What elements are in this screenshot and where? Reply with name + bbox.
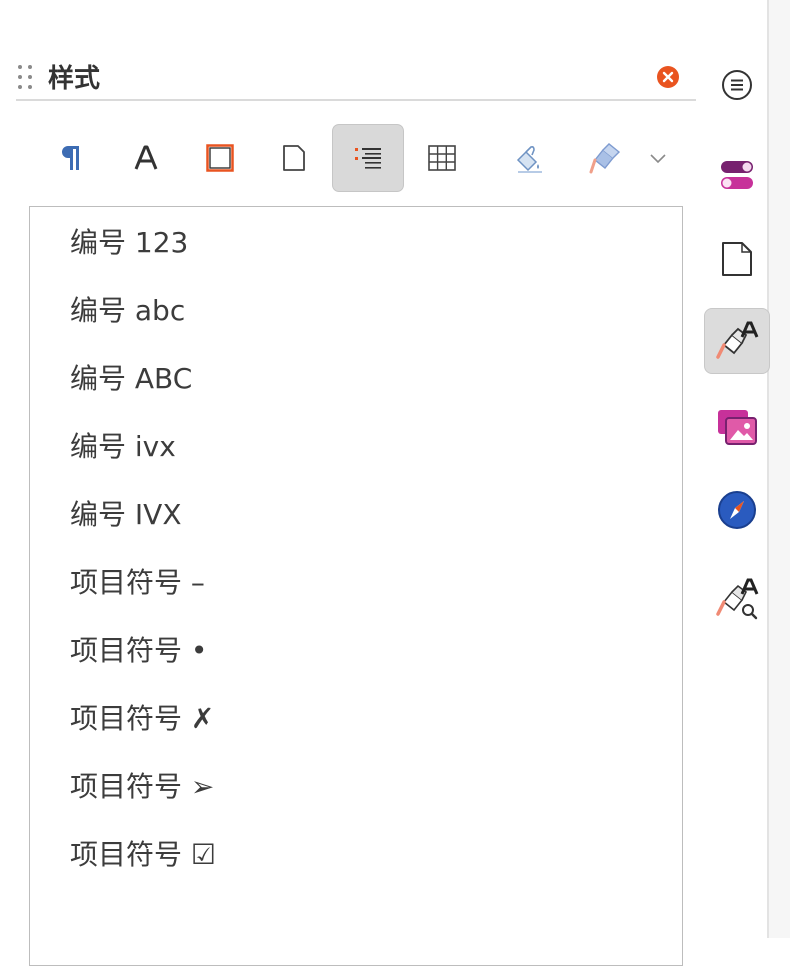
list-item[interactable]: 项目符号 •: [70, 631, 207, 671]
close-icon: [662, 71, 674, 83]
character-styles-icon: [134, 145, 158, 170]
title-divider: [16, 99, 696, 101]
table-styles-icon: [428, 145, 456, 171]
properties-icon: [721, 161, 753, 189]
drag-handle[interactable]: [18, 65, 34, 91]
gallery-icon: [718, 410, 757, 445]
style-inspector-icon: [716, 578, 759, 620]
styles-actions-icon: [589, 143, 621, 174]
style-inspector-button[interactable]: [704, 566, 770, 632]
list-styles-button[interactable]: [332, 124, 404, 192]
list-item[interactable]: 编号 abc: [70, 291, 185, 331]
page-styles-icon: [283, 145, 305, 171]
styles-actions-dropdown[interactable]: [642, 124, 674, 192]
list-item[interactable]: 编号 ABC: [70, 359, 192, 399]
navigator-icon: [718, 491, 756, 529]
styles-icon: [716, 321, 759, 359]
chevron-down-icon: [650, 154, 666, 164]
navigator-button[interactable]: [704, 477, 770, 543]
list-styles-list[interactable]: 编号 123 编号 abc 编号 ABC 编号 ivx 编号 IVX 项目符号 …: [29, 206, 683, 966]
page-styles-button[interactable]: [258, 124, 330, 192]
paragraph-styles-button[interactable]: [36, 124, 108, 192]
fill-format-mode-icon: [516, 146, 542, 173]
table-styles-button[interactable]: [406, 124, 478, 192]
style-category-toolbar: [0, 124, 706, 192]
character-styles-button[interactable]: [110, 124, 182, 192]
frame-styles-icon: [206, 144, 234, 172]
list-styles-icon: [355, 148, 381, 169]
page-button[interactable]: [704, 226, 770, 292]
styles-panel: 样式 编号 123 编号 abc 编号 ABC 编号 ivx 编号 IVX 项目…: [0, 0, 706, 966]
list-item[interactable]: 项目符号 ✗: [70, 699, 214, 739]
sidebar-settings-icon: [722, 70, 752, 100]
fill-format-mode-button[interactable]: [494, 124, 566, 192]
list-item[interactable]: 编号 123: [70, 223, 188, 263]
list-item[interactable]: 项目符号 ➢: [70, 767, 214, 807]
list-item[interactable]: 项目符号 ☑: [70, 835, 216, 875]
styles-actions-button[interactable]: [570, 124, 642, 192]
styles-deck-button[interactable]: [704, 308, 770, 374]
close-button[interactable]: [657, 66, 679, 88]
page-icon: [722, 242, 752, 276]
paragraph-styles-icon: [62, 146, 79, 170]
frame-styles-button[interactable]: [184, 124, 256, 192]
list-item[interactable]: 编号 IVX: [70, 495, 182, 535]
sidebar-settings-button[interactable]: [704, 52, 770, 118]
list-item[interactable]: 编号 ivx: [70, 427, 176, 467]
deck-edge: [769, 0, 790, 938]
list-item[interactable]: 项目符号 –: [70, 563, 205, 603]
panel-title: 样式: [48, 64, 101, 94]
properties-button[interactable]: [704, 142, 770, 208]
gallery-button[interactable]: [704, 394, 770, 460]
